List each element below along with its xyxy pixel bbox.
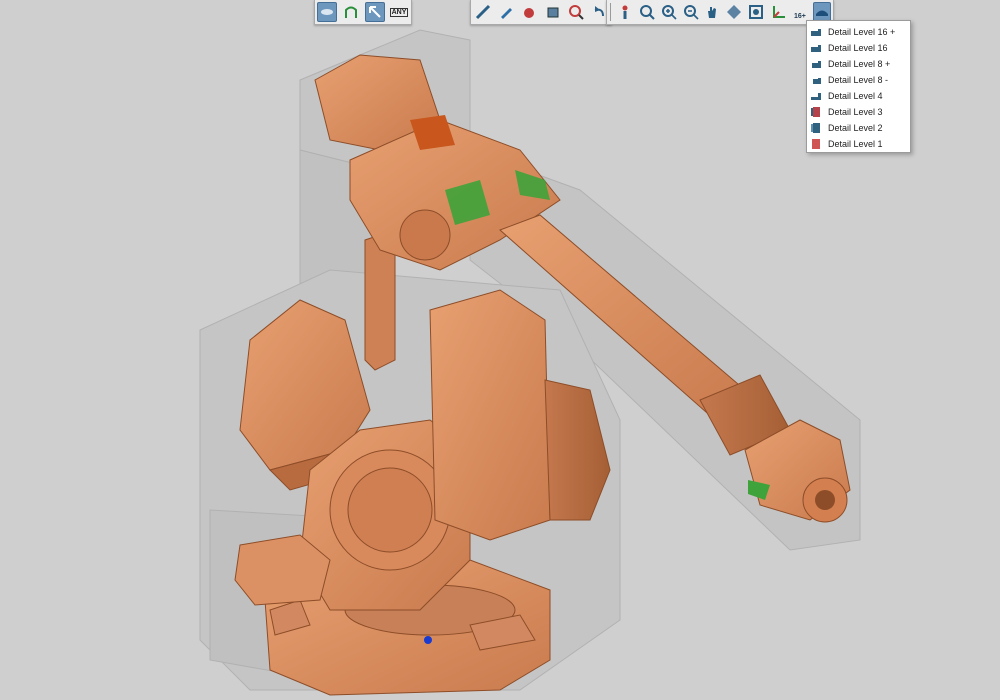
- detail-level-8plus-item[interactable]: Detail Level 8 +: [807, 56, 910, 72]
- toolbar-separator: [610, 3, 611, 21]
- toolbar-navigation: 16+: [606, 0, 834, 25]
- zoom-in-icon[interactable]: [660, 2, 678, 22]
- rotate-icon[interactable]: [725, 2, 743, 22]
- detail-16plus-icon: [810, 26, 822, 38]
- detail-level-16-item[interactable]: Detail Level 16: [807, 40, 910, 56]
- section-cube-icon[interactable]: [543, 2, 562, 22]
- explode-icon[interactable]: [520, 2, 539, 22]
- toolbar-tools: [470, 0, 612, 25]
- dropdown-item-label: Detail Level 8 +: [828, 58, 891, 69]
- dropdown-item-label: Detail Level 8 -: [828, 74, 889, 85]
- detail-level-3-item[interactable]: Detail Level 3: [807, 104, 910, 120]
- pencil-markup-icon[interactable]: [496, 2, 515, 22]
- walk-mode-icon[interactable]: [341, 2, 361, 22]
- any-label: ANY: [389, 7, 409, 17]
- dropdown-item-label: Detail Level 1: [828, 138, 883, 149]
- zoom-target-icon[interactable]: [566, 2, 585, 22]
- zoom-out-icon[interactable]: [682, 2, 700, 22]
- dropdown-item-label: Detail Level 16 +: [828, 26, 896, 37]
- dropdown-item-label: Detail Level 4: [828, 90, 883, 101]
- detail-4-icon: [810, 90, 822, 102]
- detail-level-8minus-item[interactable]: Detail Level 8 -: [807, 72, 910, 88]
- pointer-figure-icon[interactable]: [616, 2, 634, 22]
- any-select-icon[interactable]: ANY: [389, 2, 409, 22]
- detail-level-dropdown: Detail Level 16 + Detail Level 16 Detail…: [806, 20, 911, 153]
- display-mode-icon[interactable]: [317, 2, 337, 22]
- detail-level-2-item[interactable]: Detail Level 2: [807, 120, 910, 136]
- detail-level-label: 16+: [794, 12, 806, 20]
- detail-level-icon[interactable]: 16+: [791, 2, 809, 22]
- detail-2-icon: [810, 122, 822, 134]
- select-arrow-icon[interactable]: [365, 2, 385, 22]
- origin-marker: [424, 636, 432, 644]
- detail-16-icon: [810, 42, 822, 54]
- detail-8plus-icon: [810, 58, 822, 70]
- measure-tool-icon[interactable]: [473, 2, 492, 22]
- dropdown-item-label: Detail Level 2: [828, 122, 883, 133]
- detail-level-16plus-item[interactable]: Detail Level 16 +: [807, 24, 910, 40]
- detail-level-1-item[interactable]: Detail Level 1: [807, 136, 910, 152]
- detail-8minus-icon: [810, 74, 822, 86]
- axis-orientation-icon[interactable]: [769, 2, 787, 22]
- toolbar-mode: ANY: [314, 0, 412, 25]
- dropdown-item-label: Detail Level 3: [828, 106, 883, 117]
- detail-1-icon: [810, 138, 822, 150]
- pan-hand-icon[interactable]: [703, 2, 721, 22]
- dropdown-item-label: Detail Level 16: [828, 42, 888, 53]
- detail-level-4-item[interactable]: Detail Level 4: [807, 88, 910, 104]
- zoom-search-icon[interactable]: [638, 2, 656, 22]
- detail-3-icon: [810, 106, 822, 118]
- fit-view-icon[interactable]: [747, 2, 765, 22]
- detail-level-menu-icon[interactable]: [812, 2, 831, 22]
